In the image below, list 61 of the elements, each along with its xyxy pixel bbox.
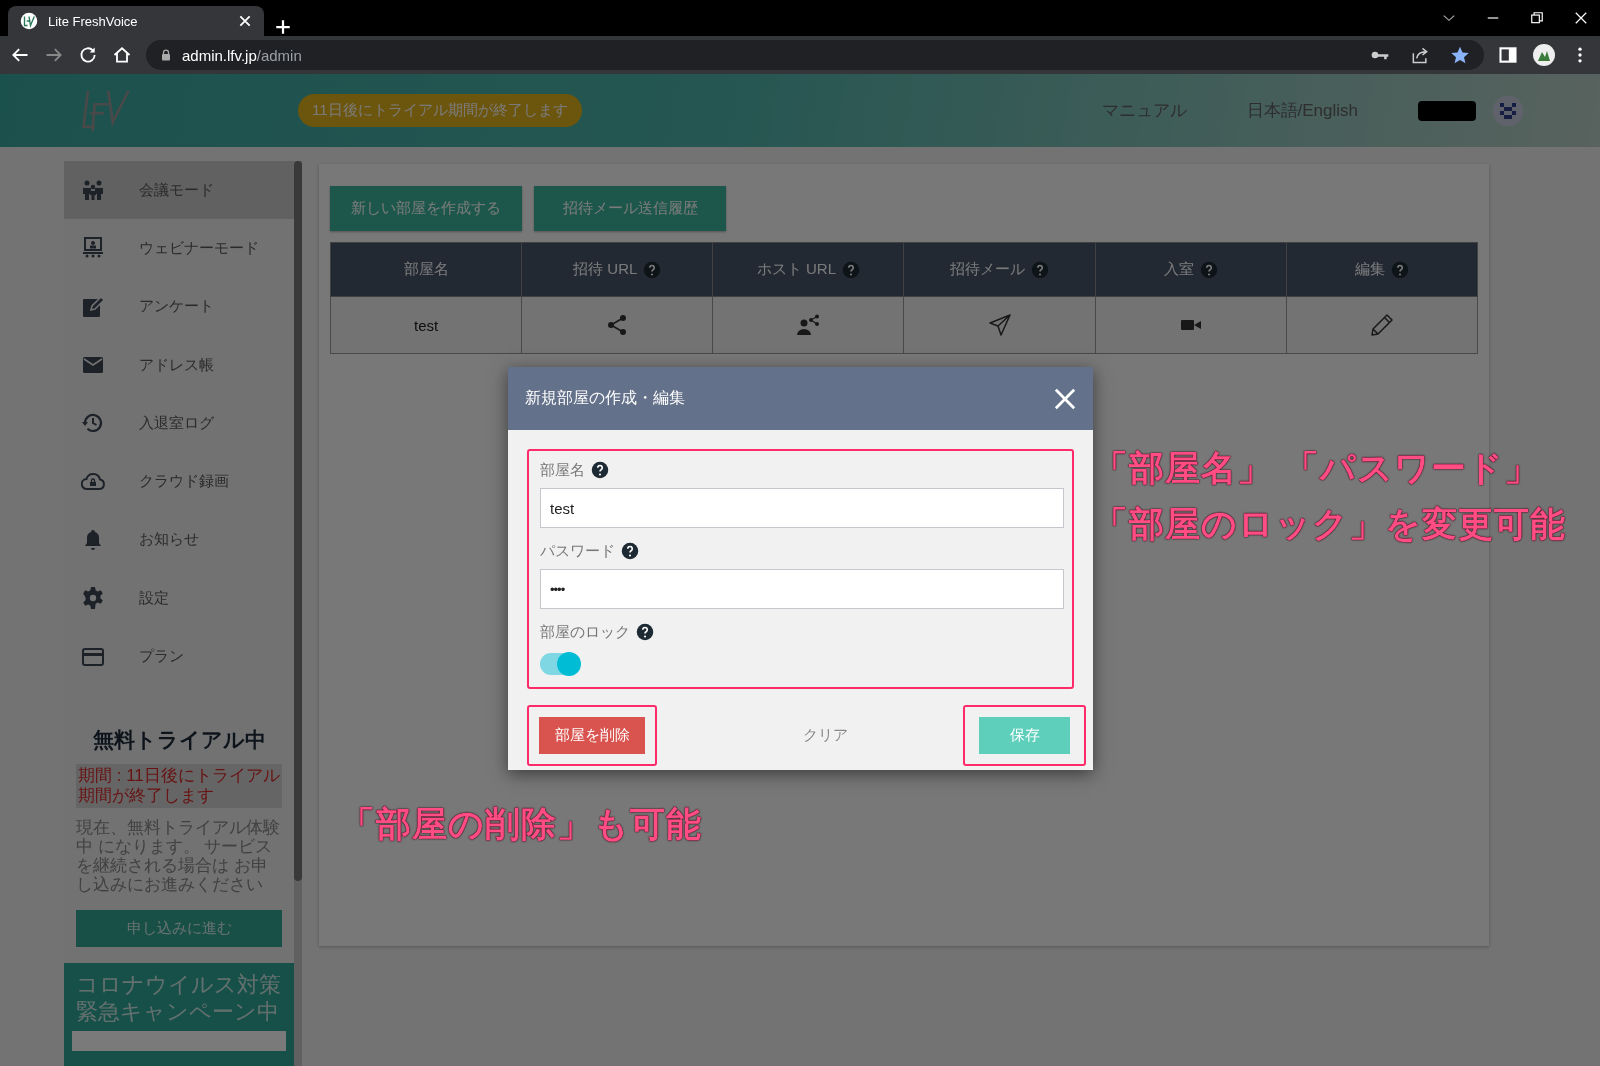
sidebar-item[interactable]: 設定 (64, 569, 294, 628)
sidebar-item[interactable]: ウェビナーモード (64, 219, 294, 278)
field-label: 部屋名 (540, 460, 585, 480)
column-header: 部屋名 (403, 260, 449, 279)
column-header: 招待メール (950, 260, 1026, 279)
annotation-text: 「部屋のロック」を変更可能 (1093, 503, 1566, 545)
sidebar-item[interactable]: アドレス帳 (64, 335, 294, 395)
redaction-bar (1418, 100, 1476, 121)
apply-button[interactable]: 申し込みに進む (76, 909, 282, 947)
lock-icon (160, 48, 172, 62)
column-header: 入室 (1163, 260, 1194, 279)
close-icon[interactable] (238, 14, 252, 28)
trial-title: 無料トライアル中 (91, 726, 267, 753)
annotation-text: 「部屋の削除」も可能 (340, 803, 702, 845)
star-icon[interactable] (1450, 45, 1470, 65)
clear-link[interactable]: クリア (802, 726, 848, 745)
sidebar-item[interactable]: 入退室ログ (64, 394, 294, 453)
toolbar-button[interactable]: 新しい部屋を作成する (330, 186, 522, 231)
browser-tab[interactable]: Lite FreshVoice (8, 6, 264, 36)
save-button[interactable]: 保存 (979, 717, 1070, 754)
toggle-switch[interactable] (540, 653, 580, 675)
sidebar-item[interactable]: プラン (64, 627, 294, 686)
help-icon[interactable] (621, 542, 639, 560)
restore-icon[interactable] (1530, 11, 1544, 25)
person-share-icon[interactable] (796, 313, 821, 337)
trial-notice: 11日後にトライアル期間が終了します (298, 94, 582, 127)
help-icon[interactable] (591, 461, 609, 479)
sidebar-item[interactable]: アンケート (64, 277, 294, 336)
toolbar-button[interactable]: 招待メール送信履歴 (534, 186, 726, 231)
address-bar[interactable]: admin.lfv.jp/admin (146, 40, 1484, 70)
avatar-icon[interactable] (1532, 43, 1556, 67)
settings-icon (81, 586, 105, 611)
field-label: パスワード (540, 541, 615, 561)
campaign-title: コロナウイルス対策緊急キャンペーン中 (76, 970, 282, 1025)
column-header: ホスト URL (756, 260, 836, 279)
people-icon (81, 178, 105, 203)
modal-title: 新規部屋の作成・編集 (525, 388, 685, 408)
annotation-text: 「部屋名」 「パスワード」 (1093, 447, 1541, 489)
tab-title: Lite FreshVoice (48, 13, 139, 29)
trial-period: 期間 : 11日後にトライアル期間が終了します (76, 763, 282, 808)
delete-button[interactable]: 部屋を削除 (539, 717, 645, 754)
side-panel-icon[interactable] (1498, 45, 1518, 65)
scrollbar-thumb[interactable] (294, 161, 302, 881)
column-header: 招待 URL (573, 260, 638, 279)
send-icon[interactable] (987, 313, 1012, 337)
sidebar-item[interactable]: クラウド録画 (64, 452, 294, 511)
pencil-icon[interactable] (1369, 313, 1394, 337)
table-cell: test (414, 316, 439, 334)
help-icon[interactable] (636, 623, 654, 641)
close-icon[interactable] (1574, 11, 1588, 25)
column-header: 編集 (1354, 260, 1385, 279)
share-icon[interactable] (1410, 45, 1430, 65)
home-icon[interactable] (112, 45, 132, 65)
reload-icon[interactable] (78, 45, 98, 65)
new-tab-icon[interactable] (274, 18, 292, 36)
field-label: 部屋のロック (540, 622, 630, 642)
sidebar-item[interactable]: お知らせ (64, 510, 294, 570)
logo-icon (20, 12, 38, 30)
input-field[interactable]: test (540, 488, 1064, 528)
url-text: admin.lfv.jp/admin (182, 46, 302, 64)
password-field[interactable]: •••• (540, 569, 1064, 609)
